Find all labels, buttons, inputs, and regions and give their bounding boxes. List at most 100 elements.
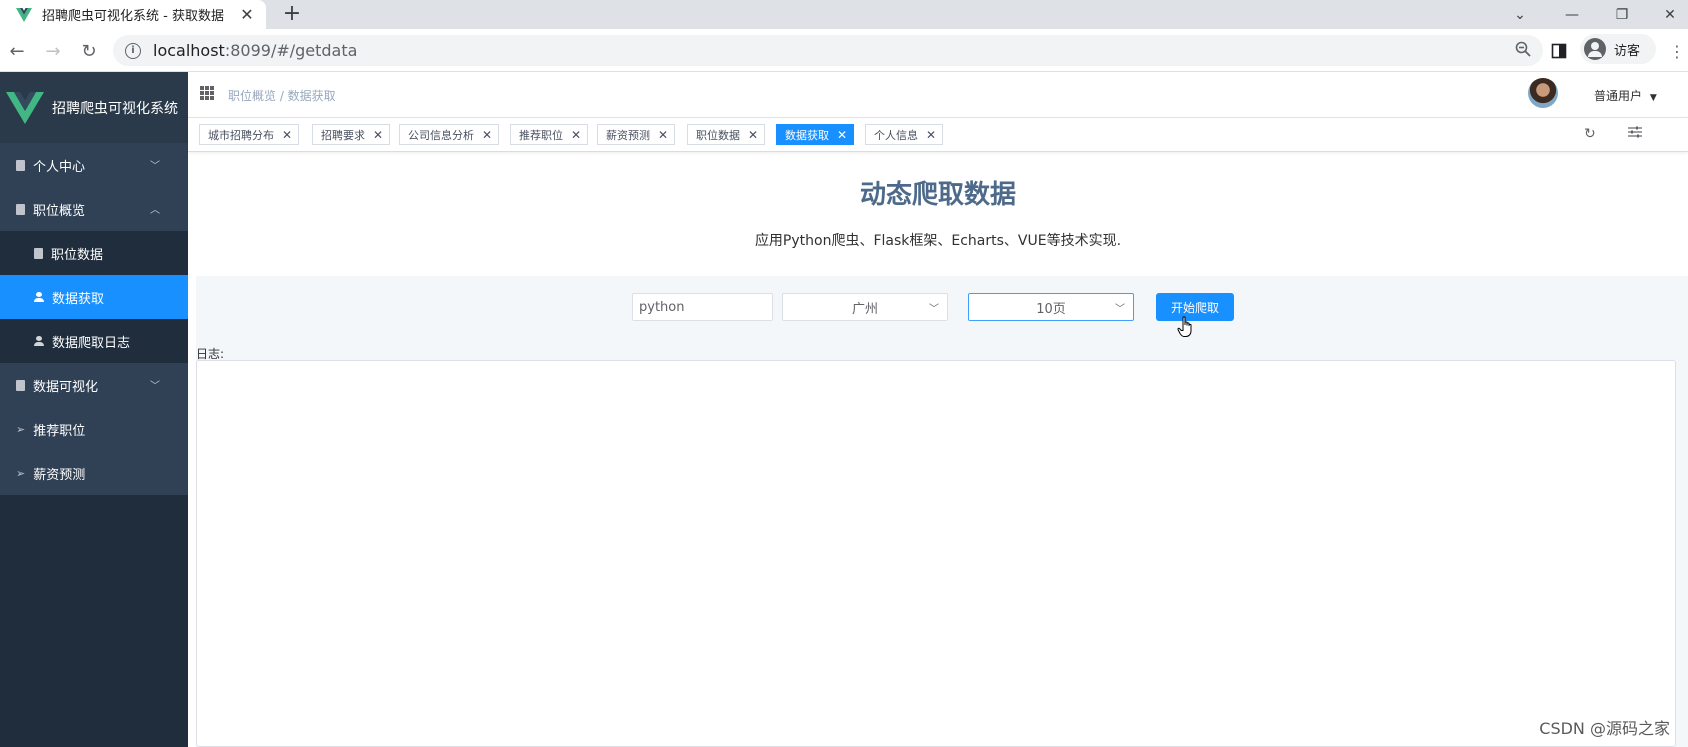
sidebar-item-crawl-log[interactable]: 数据爬取日志 <box>0 319 188 363</box>
watermark: CSDN @源码之家 <box>1539 719 1670 738</box>
sidebar-item-label: 职位概览 <box>33 203 86 219</box>
sidebar-item-label: 薪资预测 <box>33 467 86 483</box>
vue-favicon-icon <box>16 7 32 22</box>
tag-data-fetch[interactable]: 数据获取 ✕ <box>776 124 855 145</box>
log-textarea[interactable] <box>196 360 1676 747</box>
reload-icon[interactable]: ↻ <box>76 38 102 64</box>
tag-label: 数据获取 <box>785 128 829 142</box>
pages-select[interactable]: 10页 ﹀ <box>968 293 1134 321</box>
guest-avatar-icon <box>1584 38 1606 60</box>
crawl-form-panel: python 广州 ﹀ 10页 ﹀ 开始爬取 日志: <box>196 276 1688 747</box>
refresh-icon[interactable]: ↻ <box>1584 126 1596 142</box>
sidebar-item-label: 数据可视化 <box>33 379 99 395</box>
breadcrumb: 职位概览 / 数据获取 <box>228 89 336 103</box>
new-tab-icon[interactable]: + <box>280 3 304 27</box>
chevron-down-icon: ﹀ <box>150 381 160 392</box>
close-icon[interactable]: ✕ <box>571 128 581 142</box>
browser-tab-strip: 招聘爬虫可视化系统 - 获取数据 ✕ + ⌄ — ❐ ✕ <box>0 0 1688 29</box>
side-panel-icon[interactable] <box>1546 38 1572 64</box>
page-subtitle: 应用Python爬虫、Flask框架、Echarts、VUE等技术实现. <box>754 233 1122 249</box>
start-crawl-button[interactable]: 开始爬取 <box>1156 293 1234 321</box>
close-icon[interactable]: ✕ <box>748 128 758 142</box>
tag-label: 公司信息分析 <box>408 128 474 142</box>
keyword-input[interactable]: python <box>632 293 773 321</box>
tag-label: 城市招聘分布 <box>208 128 274 142</box>
browser-menu-icon[interactable]: ⋮ <box>1664 38 1688 64</box>
navbar: 职位概览 / 数据获取 普通用户 ▼ <box>188 72 1688 118</box>
tag-label: 个人信息 <box>874 128 918 142</box>
guest-profile-button[interactable]: 访客 <box>1580 34 1656 64</box>
settings-sliders-icon[interactable] <box>1628 126 1642 142</box>
sidebar-item-personal-center[interactable]: 个人中心 ﹀ <box>0 143 188 187</box>
url-field[interactable]: i localhost:8099/#/getdata <box>113 35 1543 66</box>
tags-view: 城市招聘分布 ✕ 招聘要求 ✕ 公司信息分析 ✕ 推荐职位 ✕ 薪资预测 ✕ 职位数据 ✕ … <box>188 118 1688 152</box>
browser-tab[interactable]: 招聘爬虫可视化系统 - 获取数据 ✕ <box>0 0 266 29</box>
user-menu-dropdown[interactable]: 普通用户 ▼ <box>1594 87 1657 104</box>
user-role-label: 普通用户 <box>1594 89 1643 103</box>
tab-search-icon[interactable]: ⌄ <box>1502 0 1538 29</box>
tag-job-data[interactable]: 职位数据 ✕ <box>687 124 766 145</box>
close-icon[interactable]: ✕ <box>926 128 936 142</box>
hamburger-grid-icon[interactable] <box>200 86 214 100</box>
tag-salary-prediction[interactable]: 薪资预测 ✕ <box>597 124 676 145</box>
url-path: :8099/#/getdata <box>224 41 358 60</box>
close-icon[interactable]: ✕ <box>373 128 383 142</box>
sidebar-item-job-data[interactable]: 职位数据 <box>0 231 188 275</box>
tag-personal-info[interactable]: 个人信息 ✕ <box>865 124 944 145</box>
back-icon[interactable]: ← <box>4 38 30 64</box>
document-icon <box>16 203 25 215</box>
sidebar-item-label: 推荐职位 <box>33 423 86 439</box>
send-icon: ➢ <box>16 466 26 480</box>
window-close-icon[interactable]: ✕ <box>1652 0 1688 29</box>
sidebar-item-label: 职位数据 <box>51 247 104 263</box>
close-icon[interactable]: ✕ <box>282 128 292 142</box>
tag-label: 招聘要求 <box>321 128 365 142</box>
page-title: 动态爬取数据 <box>859 180 1016 210</box>
caret-down-icon: ▼ <box>1649 93 1657 103</box>
url-host: localhost <box>153 41 225 60</box>
sidebar-item-salary-prediction[interactable]: ➢ 薪资预测 <box>0 451 188 495</box>
pages-value: 10页 <box>1036 301 1066 317</box>
tab-title: 招聘爬虫可视化系统 - 获取数据 <box>42 9 224 24</box>
minimize-icon[interactable]: — <box>1554 0 1590 29</box>
document-icon <box>16 379 25 391</box>
tag-company-analysis[interactable]: 公司信息分析 ✕ <box>399 124 500 145</box>
hand-pointer-icon <box>1177 316 1192 337</box>
zoom-icon[interactable] <box>1515 41 1531 61</box>
chevron-down-icon: ﹀ <box>929 304 939 315</box>
chevron-down-icon: ﹀ <box>1115 304 1125 315</box>
document-icon <box>16 159 25 171</box>
tag-recommend-jobs[interactable]: 推荐职位 ✕ <box>510 124 589 145</box>
tag-requirements[interactable]: 招聘要求 ✕ <box>312 124 391 145</box>
sidebar-item-data-fetch[interactable]: 数据获取 <box>0 275 188 319</box>
avatar[interactable] <box>1528 78 1558 108</box>
send-icon: ➢ <box>16 422 26 436</box>
chevron-up-icon: ︿ <box>150 205 160 216</box>
city-select[interactable]: 广州 ﹀ <box>782 293 948 321</box>
address-bar: ← → ↻ i localhost:8099/#/getdata 访客 ⋮ <box>0 29 1688 72</box>
sidebar-item-data-visualization[interactable]: 数据可视化 ﹀ <box>0 363 188 407</box>
keyword-value: python <box>639 299 685 315</box>
close-icon[interactable]: ✕ <box>658 128 668 142</box>
close-icon[interactable]: ✕ <box>837 128 847 142</box>
sidebar-item-recommend-jobs[interactable]: ➢ 推荐职位 <box>0 407 188 451</box>
tag-city-distribution[interactable]: 城市招聘分布 ✕ <box>199 124 300 145</box>
vue-logo-icon <box>6 91 44 124</box>
app-logo[interactable]: 招聘爬虫可视化系统 <box>0 72 188 143</box>
sidebar-item-label: 数据爬取日志 <box>52 335 131 351</box>
chevron-down-icon: ﹀ <box>150 161 160 172</box>
site-info-icon[interactable]: i <box>125 42 141 59</box>
sidebar-item-label: 个人中心 <box>33 159 86 175</box>
document-icon <box>34 247 43 259</box>
sidebar-item-job-overview[interactable]: 职位概览 ︿ <box>0 187 188 231</box>
user-icon <box>34 292 44 302</box>
tag-label: 薪资预测 <box>606 128 650 142</box>
forward-icon[interactable]: → <box>40 38 66 64</box>
close-icon[interactable]: ✕ <box>482 128 492 142</box>
guest-label: 访客 <box>1614 43 1641 59</box>
user-icon <box>34 336 44 346</box>
main-content: 职位概览 / 数据获取 普通用户 ▼ 城市招聘分布 ✕ 招聘要求 ✕ 公司信息分析 ✕… <box>188 72 1688 747</box>
sidebar-item-label: 数据获取 <box>52 291 105 307</box>
tab-close-icon[interactable]: ✕ <box>236 4 258 26</box>
restore-icon[interactable]: ❐ <box>1604 0 1640 29</box>
